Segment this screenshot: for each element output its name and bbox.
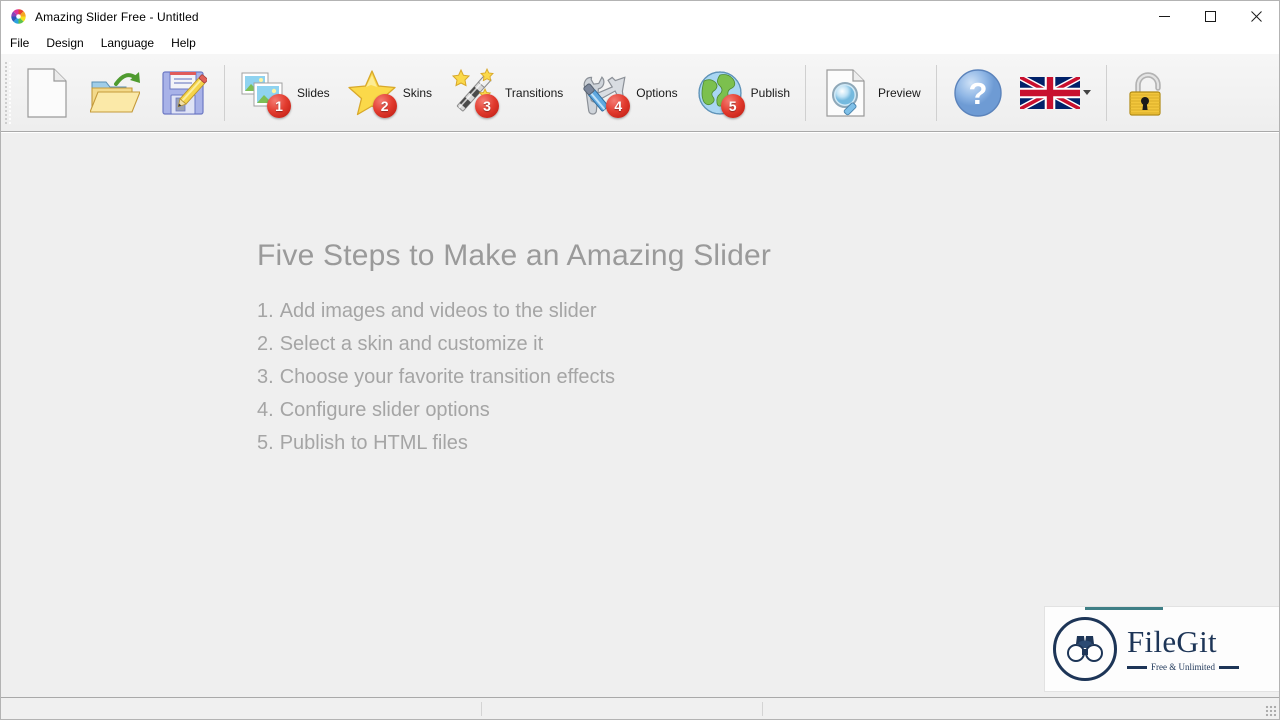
watermark-text: FileGit Free & Unlimited [1127,626,1239,672]
status-cell-2 [482,698,762,719]
toolbar-grip[interactable] [4,60,13,125]
transitions-label: Transitions [505,85,564,100]
minimize-button[interactable] [1141,1,1187,32]
step-number: 3. [257,366,274,388]
watermark-brand: FileGit [1127,624,1217,659]
status-cell-3 [763,698,1279,719]
options-button[interactable]: 4 Options [571,60,685,126]
menu-item-design[interactable]: Design [46,34,91,52]
page-title: Five Steps to Make an Amazing Slider [257,239,772,272]
menu-item-help[interactable]: Help [171,34,204,52]
step-badge: 5 [720,93,745,118]
close-button[interactable] [1233,1,1279,32]
watermark-tagline-row: Free & Unlimited [1127,662,1239,672]
skins-button[interactable]: 2 Skins [338,60,440,126]
step-badge: 3 [475,93,500,118]
publish-label: Publish [750,85,790,100]
maximize-button[interactable] [1187,1,1233,32]
skins-label: Skins [402,85,433,100]
status-bar [1,697,1279,719]
globe-icon: 5 [694,67,746,119]
page-magnifier-icon [821,67,873,119]
step-number: 2. [257,333,274,355]
toolbar-group-help: ? [944,54,1099,131]
transitions-button[interactable]: 3 Transitions [440,60,571,126]
toolbar-separator [935,64,937,121]
filegit-watermark: FileGit Free & Unlimited [1045,607,1279,691]
svg-text:?: ? [968,76,987,111]
binoculars-in-circle-icon [1053,617,1117,681]
chevron-down-icon[interactable] [1082,90,1091,95]
step-badge: 4 [606,93,631,118]
star-icon: 2 [346,67,398,119]
open-padlock-icon [1122,67,1174,119]
menu-bar: File Design Language Help [1,32,1279,54]
list-item: 4. Configure slider options [257,394,771,427]
toolbar-separator [805,64,806,121]
toolbar-separator [1105,64,1107,121]
step-text: Publish to HTML files [279,432,468,454]
step-number: 5. [257,432,274,454]
preview-button[interactable]: Preview [813,60,929,126]
unlock-button[interactable] [1114,60,1182,126]
preview-label: Preview [878,85,921,100]
help-button[interactable]: ? [944,60,1012,126]
step-text: Add images and videos to the slider [279,300,597,322]
window-controls [1141,1,1279,32]
tools-icon: 4 [579,67,631,119]
window-title: Amazing Slider Free - Untitled [35,9,199,24]
status-cell-1 [1,698,481,719]
list-item: 5. Publish to HTML files [257,427,771,460]
magic-wand-icon: 3 [448,67,500,119]
resize-grip[interactable] [1265,705,1277,717]
step-number: 4. [257,399,274,421]
amazing-slider-logo-icon [10,8,27,25]
list-item: 2. Select a skin and customize it [257,328,771,361]
steps-list: 1. Add images and videos to the slider 2.… [257,295,771,460]
list-item: 1. Add images and videos to the slider [257,295,771,328]
menu-item-language[interactable]: Language [101,34,162,52]
slides-label: Slides [297,85,330,100]
getting-started-panel: Five Steps to Make an Amazing Slider 1. A… [257,239,771,460]
toolbar-separator [224,64,225,121]
open-folder-icon [89,67,141,119]
main-content-area: Five Steps to Make an Amazing Slider 1. A… [1,132,1279,697]
tagline-dash-right [1219,665,1239,669]
list-item: 3. Choose your favorite transition effect… [257,361,771,394]
step-text: Select a skin and customize it [279,333,544,355]
title-bar: Amazing Slider Free - Untitled [1,1,1279,32]
question-mark-icon: ? [952,67,1004,119]
language-button[interactable] [1012,60,1099,126]
step-text: Choose your favorite transition effects [279,366,616,388]
save-button[interactable] [149,60,217,126]
new-document-icon [21,67,73,119]
toolbar-group-preview: Preview [813,54,929,131]
main-toolbar: 1 Slides 2 Skins 3 Transitions 4 Options… [1,54,1279,132]
tagline-dash-left [1127,665,1147,669]
step-badge: 1 [267,93,291,118]
application-window: Amazing Slider Free - Untitled File Desi… [0,0,1280,720]
photos-stack-icon: 1 [240,67,292,119]
toolbar-group-license [1114,54,1182,131]
publish-button[interactable]: 5 Publish [686,60,798,126]
toolbar-group-file [13,54,217,131]
slides-button[interactable]: 1 Slides [232,60,338,126]
uk-flag-icon [1019,76,1080,110]
watermark-accent-bar [1085,607,1163,610]
step-number: 1. [257,300,274,322]
menu-item-file[interactable]: File [10,34,37,52]
open-button[interactable] [81,60,149,126]
new-button[interactable] [13,60,81,126]
toolbar-group-steps: 1 Slides 2 Skins 3 Transitions 4 Options… [232,54,798,131]
step-text: Configure slider options [279,399,490,421]
watermark-tagline: Free & Unlimited [1151,662,1215,672]
step-badge: 2 [372,93,397,118]
options-label: Options [636,85,678,100]
floppy-disk-pencil-icon [157,67,209,119]
